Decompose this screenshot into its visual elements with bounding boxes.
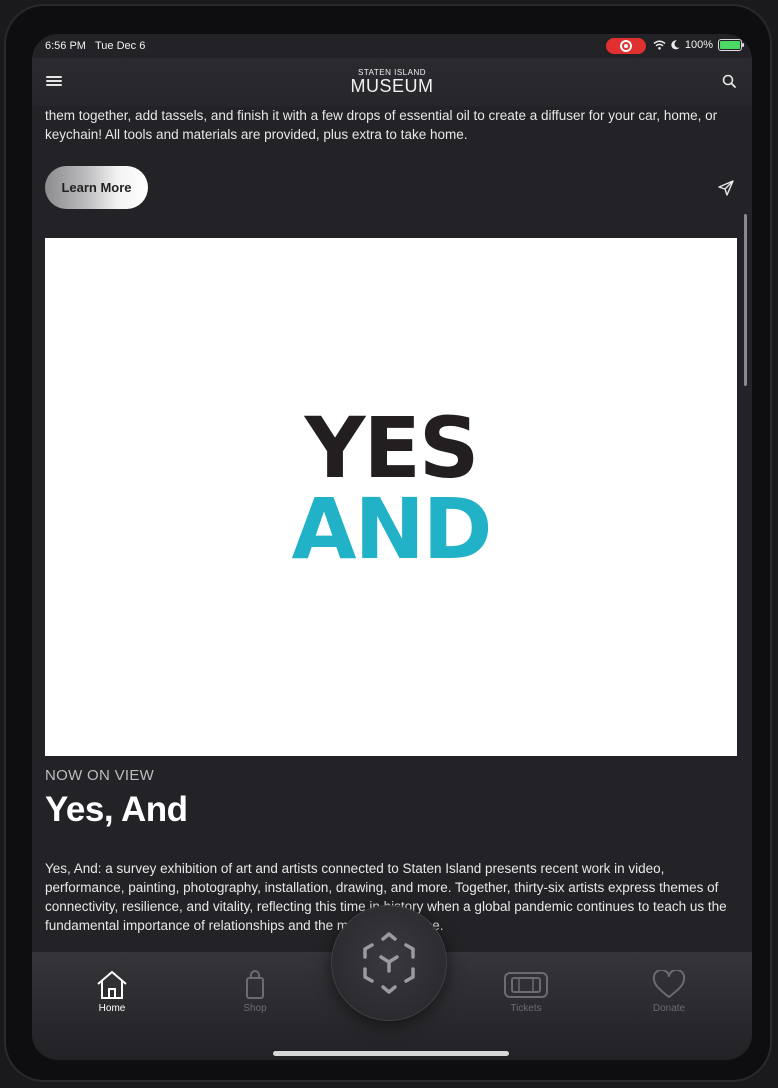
bag-icon	[246, 970, 264, 999]
share-icon[interactable]	[718, 180, 734, 196]
tab-shop[interactable]: Shop	[215, 970, 295, 1014]
menu-icon[interactable]	[46, 76, 62, 88]
tablet-frame: 6:56 PM Tue Dec 6 100% them together, ad…	[4, 4, 772, 1082]
learn-more-button[interactable]: Learn More	[45, 166, 148, 209]
scrollbar[interactable]	[744, 214, 747, 386]
heart-icon	[652, 970, 686, 998]
tab-home[interactable]: Home	[72, 970, 152, 1014]
ar-cube-icon	[363, 932, 415, 994]
tab-home-label: Home	[98, 1003, 126, 1014]
app-screen: 6:56 PM Tue Dec 6 100% them together, ad…	[32, 34, 752, 1060]
record-icon	[620, 40, 632, 52]
tab-donate-label: Donate	[652, 1003, 686, 1014]
status-time: 6:56 PM	[45, 40, 86, 52]
battery-icon	[718, 39, 744, 51]
logo-main-text: MUSEUM	[350, 76, 434, 96]
status-date: Tue Dec 6	[95, 40, 146, 52]
tab-tickets-label: Tickets	[510, 1003, 542, 1014]
ticket-icon	[504, 972, 548, 998]
search-icon[interactable]	[722, 74, 736, 88]
screen-recording-indicator[interactable]	[606, 38, 646, 54]
hero-text-and: AND	[291, 480, 492, 578]
status-bar: 6:56 PM Tue Dec 6 100%	[32, 34, 752, 58]
home-indicator[interactable]	[273, 1051, 509, 1056]
status-icons: 100%	[653, 39, 744, 51]
tab-shop-label: Shop	[243, 1003, 267, 1014]
ar-scan-button[interactable]	[332, 906, 446, 1020]
hero-text-yes: YES	[304, 399, 480, 497]
section-eyebrow: NOW ON VIEW	[45, 767, 155, 784]
home-icon	[97, 971, 127, 999]
intro-text: them together, add tassels, and finish i…	[45, 108, 718, 142]
exhibition-image[interactable]: YES AND	[45, 238, 737, 756]
battery-percent: 100%	[684, 39, 713, 51]
app-header: STATEN ISLAND MUSEUM	[32, 58, 752, 106]
wifi-icon	[653, 40, 666, 50]
exhibition-title: Yes, And	[45, 790, 188, 829]
tab-donate[interactable]: Donate	[629, 970, 709, 1014]
moon-icon	[671, 40, 680, 50]
tab-tickets[interactable]: Tickets	[486, 970, 566, 1014]
museum-logo[interactable]: STATEN ISLAND MUSEUM	[342, 68, 442, 95]
